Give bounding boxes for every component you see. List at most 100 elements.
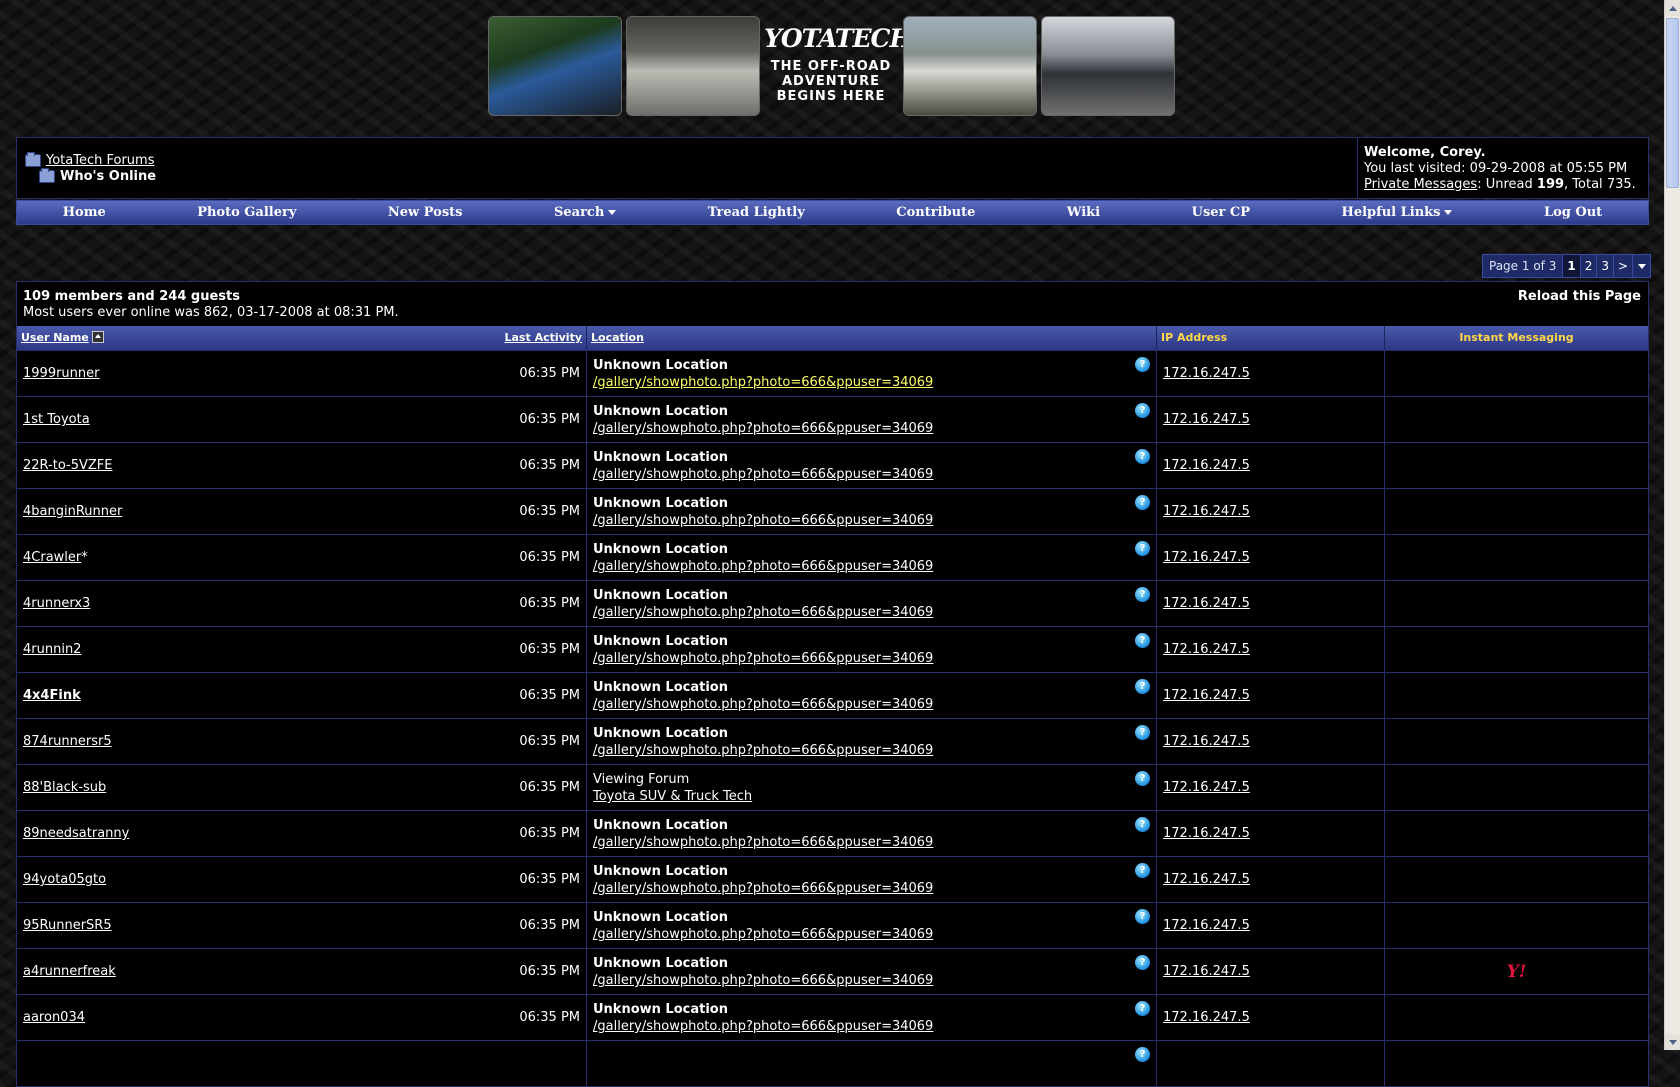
nav-search[interactable]: Search [554, 205, 617, 220]
page-3-link[interactable]: 3 [1596, 255, 1613, 277]
help-icon[interactable]: ? [1135, 449, 1150, 464]
username-link[interactable]: 4runnin2 [23, 642, 81, 657]
location-link[interactable]: /gallery/showphoto.php?photo=666&ppuser=… [593, 375, 933, 390]
ip-address-link[interactable]: 172.16.247.5 [1163, 872, 1250, 887]
username-link[interactable]: 4banginRunner [23, 504, 122, 519]
ip-address-link[interactable]: 172.16.247.5 [1163, 550, 1250, 565]
username-link[interactable]: 89needsatranny [23, 826, 129, 841]
ip-address-link[interactable]: 172.16.247.5 [1163, 596, 1250, 611]
scroll-up-button[interactable] [1665, 0, 1680, 16]
nav-helpful-links[interactable]: Helpful Links [1342, 205, 1453, 220]
sort-by-location[interactable]: Location [591, 331, 644, 344]
page-jump-dropdown[interactable] [1632, 255, 1650, 277]
scroll-down-button[interactable] [1665, 1034, 1680, 1050]
sort-asc-icon[interactable] [91, 331, 104, 343]
location-link[interactable]: /gallery/showphoto.php?photo=666&ppuser=… [593, 467, 933, 482]
nav-wiki[interactable]: Wiki [1067, 205, 1100, 220]
location-cell: Unknown Location/gallery/showphoto.php?p… [587, 673, 1157, 718]
location-link[interactable]: /gallery/showphoto.php?photo=666&ppuser=… [593, 835, 933, 850]
ip-address-link[interactable]: 172.16.247.5 [1163, 1010, 1250, 1025]
help-icon[interactable]: ? [1135, 541, 1150, 556]
nav-user-cp[interactable]: User CP [1192, 205, 1250, 220]
location-link[interactable]: /gallery/showphoto.php?photo=666&ppuser=… [593, 697, 933, 712]
username-link[interactable]: 874runnersr5 [23, 734, 112, 749]
location-cell: Unknown Location/gallery/showphoto.php?p… [587, 443, 1157, 488]
ip-address-link[interactable]: 172.16.247.5 [1163, 412, 1250, 427]
username-link[interactable]: 1999runner [23, 366, 100, 381]
vertical-scrollbar[interactable] [1664, 0, 1680, 1050]
location-link[interactable]: /gallery/showphoto.php?photo=666&ppuser=… [593, 881, 933, 896]
help-icon[interactable]: ? [1135, 357, 1150, 372]
username-link[interactable]: 88'Black-sub [23, 780, 106, 795]
nav-new-posts[interactable]: New Posts [388, 205, 463, 220]
nav-contribute[interactable]: Contribute [896, 205, 975, 220]
ip-address-link[interactable]: 172.16.247.5 [1163, 964, 1250, 979]
location-link[interactable]: /gallery/showphoto.php?photo=666&ppuser=… [593, 973, 933, 988]
nav-home[interactable]: Home [63, 205, 106, 220]
ip-address-link[interactable]: 172.16.247.5 [1163, 780, 1250, 795]
location-link[interactable]: /gallery/showphoto.php?photo=666&ppuser=… [593, 927, 933, 942]
ip-address-link[interactable]: 172.16.247.5 [1163, 504, 1250, 519]
location-link[interactable]: /gallery/showphoto.php?photo=666&ppuser=… [593, 651, 933, 666]
help-icon[interactable]: ? [1135, 909, 1150, 924]
help-icon[interactable]: ? [1135, 771, 1150, 786]
help-icon[interactable]: ? [1135, 495, 1150, 510]
nav-tread-lightly[interactable]: Tread Lightly [708, 205, 805, 220]
nav-photo-gallery[interactable]: Photo Gallery [197, 205, 296, 220]
ip-address-link[interactable]: 172.16.247.5 [1163, 458, 1250, 473]
sort-by-last-activity[interactable]: Last Activity [505, 326, 583, 350]
sort-by-username[interactable]: User Name [21, 331, 89, 344]
banner-photo-pickup-truck[interactable] [1041, 16, 1175, 116]
help-icon[interactable]: ? [1135, 863, 1150, 878]
username-suffix: * [81, 550, 88, 565]
banner-photo-land-cruiser[interactable] [903, 16, 1037, 116]
col-ip: IP Address [1157, 326, 1385, 350]
private-messages-link[interactable]: Private Messages [1364, 177, 1477, 192]
breadcrumb-root-link[interactable]: YotaTech Forums [46, 153, 154, 168]
username-link[interactable]: 1st Toyota [23, 412, 90, 427]
ip-address-link[interactable]: 172.16.247.5 [1163, 826, 1250, 841]
help-icon[interactable]: ? [1135, 633, 1150, 648]
username-link[interactable]: 94yota05gto [23, 872, 106, 887]
help-icon[interactable]: ? [1135, 955, 1150, 970]
help-icon[interactable]: ? [1135, 817, 1150, 832]
help-icon[interactable]: ? [1135, 1001, 1150, 1016]
location-link[interactable]: /gallery/showphoto.php?photo=666&ppuser=… [593, 743, 933, 758]
reload-page-link[interactable]: Reload this Page [1518, 289, 1641, 304]
ip-address-link[interactable]: 172.16.247.5 [1163, 366, 1250, 381]
page-2-link[interactable]: 2 [1579, 255, 1597, 277]
scrollbar-thumb[interactable] [1666, 18, 1679, 188]
ip-address-link[interactable]: 172.16.247.5 [1163, 642, 1250, 657]
help-icon[interactable]: ? [1135, 679, 1150, 694]
banner-photo-blue-fj-cruiser[interactable] [488, 16, 622, 116]
location-title: Unknown Location [593, 404, 728, 419]
ip-cell: 172.16.247.5 [1157, 351, 1385, 396]
username-link[interactable]: 22R-to-5VZFE [23, 458, 112, 473]
username-link[interactable]: 95RunnerSR5 [23, 918, 112, 933]
username-link[interactable]: a4runnerfreak [23, 964, 116, 979]
username-link[interactable]: 4Crawler [23, 550, 81, 565]
location-link[interactable]: Toyota SUV & Truck Tech [593, 789, 752, 804]
username-link[interactable]: 4x4Fink [23, 688, 81, 703]
yahoo-messenger-icon[interactable]: Y! [1507, 962, 1527, 982]
yotatech-logo[interactable]: YOTATECH THE OFF-ROAD ADVENTURE BEGINS H… [764, 14, 913, 118]
location-link[interactable]: /gallery/showphoto.php?photo=666&ppuser=… [593, 513, 933, 528]
ip-address-link[interactable]: 172.16.247.5 [1163, 918, 1250, 933]
forum-folder-icon[interactable] [25, 151, 41, 167]
help-icon[interactable]: ? [1135, 403, 1150, 418]
help-icon[interactable]: ? [1135, 1047, 1150, 1062]
help-icon[interactable]: ? [1135, 587, 1150, 602]
nav-log-out[interactable]: Log Out [1544, 205, 1602, 220]
help-icon[interactable]: ? [1135, 725, 1150, 740]
pagination: Page 1 of 3 1 2 3 > [1482, 254, 1652, 278]
ip-address-link[interactable]: 172.16.247.5 [1163, 688, 1250, 703]
location-link[interactable]: /gallery/showphoto.php?photo=666&ppuser=… [593, 605, 933, 620]
ip-address-link[interactable]: 172.16.247.5 [1163, 734, 1250, 749]
banner-photo-dashboard[interactable] [626, 16, 760, 116]
username-link[interactable]: aaron034 [23, 1010, 85, 1025]
location-link[interactable]: /gallery/showphoto.php?photo=666&ppuser=… [593, 559, 933, 574]
username-link[interactable]: 4runnerx3 [23, 596, 90, 611]
location-link[interactable]: /gallery/showphoto.php?photo=666&ppuser=… [593, 421, 933, 436]
location-link[interactable]: /gallery/showphoto.php?photo=666&ppuser=… [593, 1019, 933, 1034]
next-page-link[interactable]: > [1612, 255, 1632, 277]
